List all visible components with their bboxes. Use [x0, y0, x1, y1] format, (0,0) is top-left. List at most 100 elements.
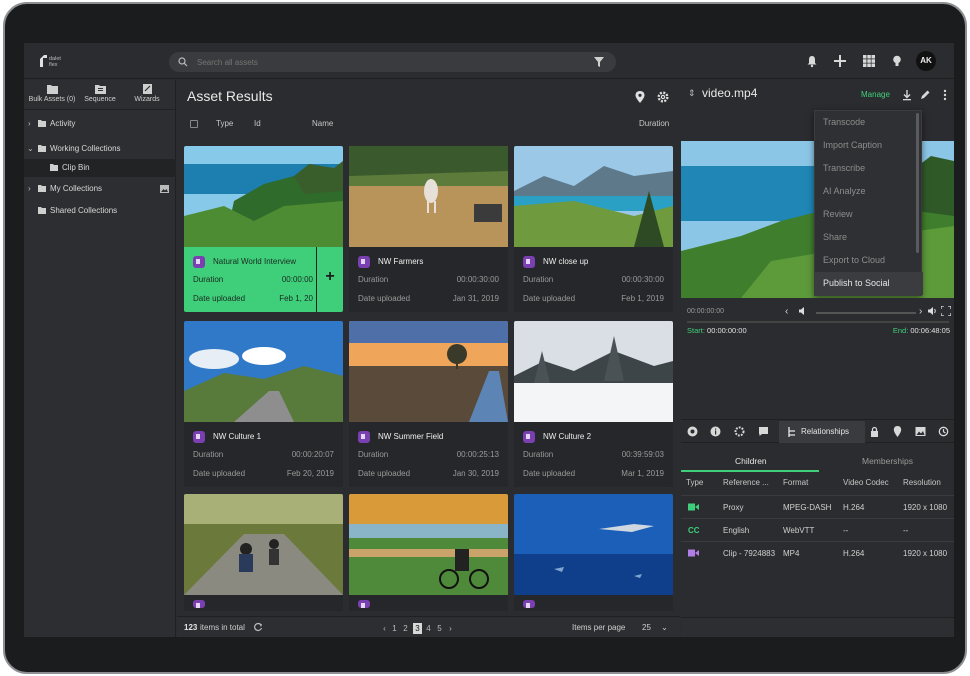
history-icon[interactable]	[938, 426, 949, 437]
table-header-resolution[interactable]: Resolution	[903, 478, 941, 487]
row-codec: H.264	[843, 503, 865, 512]
fullscreen-icon[interactable]	[941, 306, 951, 316]
add-icon[interactable]	[833, 54, 847, 68]
asset-thumbnail[interactable]	[184, 494, 343, 595]
edit-icon[interactable]	[919, 89, 931, 101]
asset-thumbnail[interactable]	[514, 494, 673, 595]
gear-icon[interactable]	[657, 91, 669, 103]
next-page-icon[interactable]: ›	[446, 623, 455, 634]
asset-card[interactable]	[184, 494, 343, 611]
timeline-scrubber[interactable]	[687, 321, 949, 323]
settings-icon[interactable]	[734, 426, 745, 437]
page-link[interactable]: 2	[401, 623, 410, 634]
sidebar-item-my-collections[interactable]: › My Collections	[24, 180, 176, 198]
app-logo[interactable]: dalet flex	[40, 54, 70, 70]
start-value: 00:00:00:00	[707, 326, 747, 335]
image-icon[interactable]	[160, 185, 169, 193]
asset-thumbnail[interactable]	[349, 146, 508, 247]
page-link[interactable]: 5	[435, 623, 444, 634]
column-header-type[interactable]: Type	[216, 119, 233, 128]
asset-card[interactable]	[349, 494, 508, 611]
add-to-bin-button[interactable]: +	[317, 247, 343, 312]
lightbulb-icon[interactable]	[890, 54, 904, 68]
table-row[interactable]: CC English WebVTT -- --	[681, 518, 954, 541]
menu-item-ai-analyze[interactable]: AI Analyze	[815, 180, 923, 203]
page-link-current[interactable]: 3	[413, 623, 422, 634]
grid-icon[interactable]	[862, 54, 876, 68]
refresh-icon[interactable]	[253, 622, 263, 632]
info-icon[interactable]	[710, 426, 721, 437]
menu-item-transcode[interactable]: Transcode	[815, 111, 923, 134]
details-bottom-bar	[681, 617, 954, 637]
asset-card[interactable]	[514, 494, 673, 611]
table-row[interactable]: Clip - 7924883 MP4 H.264 1920 x 1080	[681, 541, 954, 564]
table-header-video-codec[interactable]: Video Codec	[843, 478, 889, 487]
page-link[interactable]: 4	[424, 623, 433, 634]
tab-bulk-assets[interactable]: Bulk Assets (0)	[27, 83, 77, 109]
tab-memberships[interactable]: Memberships	[862, 456, 913, 466]
per-page-select[interactable]: 25 ⌄	[636, 622, 674, 634]
asset-thumbnail[interactable]	[349, 494, 508, 595]
sidebar-item-activity[interactable]: › Activity	[24, 115, 176, 133]
volume-icon[interactable]	[798, 306, 808, 316]
sidebar-item-clip-bin[interactable]: Clip Bin	[24, 159, 176, 177]
video-icon	[523, 431, 535, 443]
location-pin-icon[interactable]	[892, 426, 903, 437]
prev-page-icon[interactable]: ‹	[380, 623, 389, 634]
column-header-name[interactable]: Name	[312, 119, 333, 128]
more-vertical-icon[interactable]	[939, 89, 951, 101]
filter-icon[interactable]	[594, 57, 604, 67]
table-header-format[interactable]: Format	[783, 478, 808, 487]
table-header-type[interactable]: Type	[686, 478, 703, 487]
sidebar-item-shared-collections[interactable]: Shared Collections	[24, 202, 176, 220]
menu-item-import-caption[interactable]: Import Caption	[815, 134, 923, 157]
search-input[interactable]	[197, 55, 577, 69]
expand-toggle-icon[interactable]: ⇕	[688, 88, 696, 99]
sidebar-item-label: My Collections	[50, 184, 103, 193]
menu-scrollbar[interactable]	[916, 113, 919, 253]
sidebar-item-working-collections[interactable]: ⌄ Working Collections	[24, 140, 176, 158]
page-link[interactable]: 1	[390, 623, 399, 634]
table-row[interactable]: Proxy MPEG-DASH H.264 1920 x 1080	[681, 495, 954, 518]
per-page-value: 25	[642, 623, 651, 632]
step-back-icon[interactable]: ‹	[785, 306, 795, 317]
asset-card[interactable]: NW close up Duration 00:00:30:00 Date up…	[514, 146, 673, 312]
asset-card[interactable]: NW Culture 1 Duration 00:00:20:07 Date u…	[184, 321, 343, 487]
select-all-checkbox[interactable]	[190, 120, 198, 128]
asset-thumbnail[interactable]	[349, 321, 508, 422]
menu-item-export-to-cloud[interactable]: Export to Cloud	[815, 249, 923, 272]
volume-icon[interactable]	[927, 306, 937, 316]
asset-thumbnail[interactable]	[514, 146, 673, 247]
comment-icon[interactable]	[758, 426, 769, 437]
menu-item-publish-to-social[interactable]: Publish to Social	[815, 272, 923, 295]
asset-thumbnail[interactable]	[184, 146, 343, 247]
location-pin-icon[interactable]	[634, 91, 646, 103]
lock-icon[interactable]	[869, 426, 880, 437]
asset-card[interactable]: NW Summer Field Duration 00:00:25:13 Dat…	[349, 321, 508, 487]
search-bar[interactable]	[169, 52, 616, 72]
menu-item-transcribe[interactable]: Transcribe	[815, 157, 923, 180]
tab-children[interactable]: Children	[735, 456, 767, 466]
column-header-id[interactable]: Id	[254, 119, 261, 128]
asset-card[interactable]: NW Farmers Duration 00:00:30:00 Date upl…	[349, 146, 508, 312]
volume-slider[interactable]	[816, 312, 916, 314]
column-header-duration[interactable]: Duration	[639, 119, 669, 128]
asset-card[interactable]: Natural World Interview Duration 00:00:0…	[184, 146, 343, 312]
asset-card[interactable]: NW Culture 2 Duration 00:39:59:03 Date u…	[514, 321, 673, 487]
table-header-reference[interactable]: Reference ...	[723, 478, 769, 487]
menu-item-share[interactable]: Share	[815, 226, 923, 249]
tab-wizards[interactable]: Wizards	[122, 83, 172, 109]
asset-thumbnail[interactable]	[184, 321, 343, 422]
video-icon	[523, 256, 535, 268]
manage-menu-button[interactable]: Manage	[861, 90, 890, 99]
tab-sequence[interactable]: Sequence	[75, 83, 125, 109]
start-marker: Start: 00:00:00:00	[687, 326, 747, 335]
user-avatar[interactable]: AK	[916, 51, 936, 71]
download-icon[interactable]	[901, 89, 913, 101]
asset-thumbnail[interactable]	[514, 321, 673, 422]
bell-icon[interactable]	[805, 54, 819, 68]
visibility-icon[interactable]	[687, 426, 698, 437]
image-icon[interactable]	[915, 426, 926, 437]
menu-item-review[interactable]: Review	[815, 203, 923, 226]
tab-relationships[interactable]: Relationships	[779, 421, 865, 443]
